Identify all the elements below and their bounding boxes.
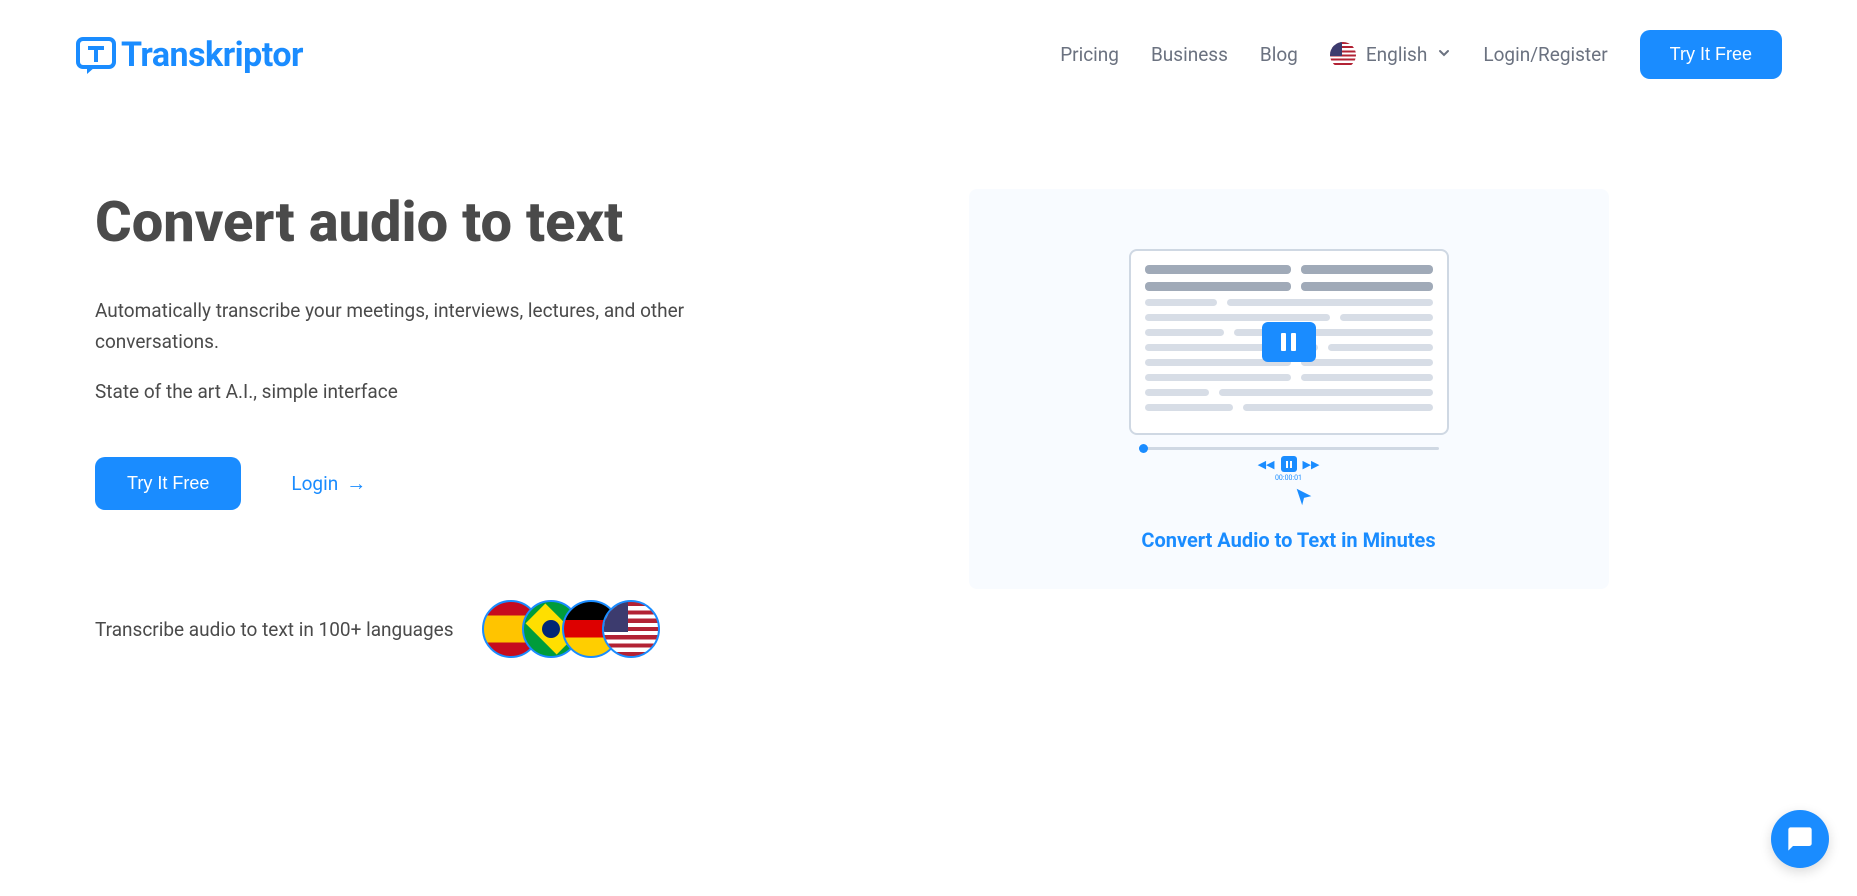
cta-button-header[interactable]: Try It Free [1640, 30, 1782, 79]
document-preview [1129, 249, 1449, 435]
player-controls: ◀◀ ▶▶ [1258, 456, 1320, 472]
language-selector[interactable]: English [1330, 42, 1451, 68]
flag-usa-icon [602, 600, 660, 658]
timestamp: 00:00:01 [1275, 474, 1302, 482]
hero-actions: Try It Free Login → [95, 457, 755, 510]
nav-business[interactable]: Business [1151, 43, 1228, 66]
flags-group [482, 600, 660, 658]
nav-pricing[interactable]: Pricing [1060, 43, 1119, 66]
illustration-card: ◀◀ ▶▶ 00:00:01 Convert Audio to Text in … [969, 189, 1609, 589]
illustration-caption: Convert Audio to Text in Minutes [1141, 528, 1435, 552]
login-link-label: Login [291, 472, 338, 495]
languages-row: Transcribe audio to text in 100+ languag… [95, 600, 755, 658]
forward-icon: ▶▶ [1303, 458, 1320, 471]
languages-text: Transcribe audio to text in 100+ languag… [95, 618, 454, 641]
pause-button-icon [1262, 322, 1316, 362]
login-link[interactable]: Login → [291, 471, 366, 496]
brand-name: Transkriptor [121, 35, 303, 75]
chat-widget-button[interactable] [1771, 810, 1829, 868]
header: Transkriptor Pricing Business Blog Engli… [0, 0, 1857, 109]
hero-description-1: Automatically transcribe your meetings, … [95, 296, 755, 357]
hero-illustration: ◀◀ ▶▶ 00:00:01 Convert Audio to Text in … [815, 189, 1762, 658]
main-nav: Pricing Business Blog English Login/Regi… [1060, 30, 1782, 79]
hero-title: Convert audio to text [95, 189, 755, 256]
hero-section: Convert audio to text Automatically tran… [0, 109, 1857, 658]
nav-blog[interactable]: Blog [1260, 43, 1298, 66]
logo-icon [75, 34, 117, 76]
language-label: English [1366, 43, 1427, 66]
logo[interactable]: Transkriptor [75, 34, 303, 76]
nav-login-register[interactable]: Login/Register [1483, 43, 1607, 66]
hero-content: Convert audio to text Automatically tran… [95, 189, 755, 658]
pause-icon [1281, 456, 1297, 472]
hero-description-2: State of the art A.I., simple interface [95, 377, 755, 407]
chat-icon [1786, 825, 1814, 853]
rewind-icon: ◀◀ [1258, 458, 1275, 471]
chevron-down-icon [1437, 46, 1451, 64]
player-bar: ◀◀ ▶▶ 00:00:01 [1139, 447, 1439, 482]
flag-usa-icon [1330, 42, 1356, 68]
arrow-right-icon: → [346, 471, 366, 496]
cta-button-hero[interactable]: Try It Free [95, 457, 241, 510]
progress-bar [1139, 447, 1439, 450]
cursor-icon [1293, 486, 1315, 512]
